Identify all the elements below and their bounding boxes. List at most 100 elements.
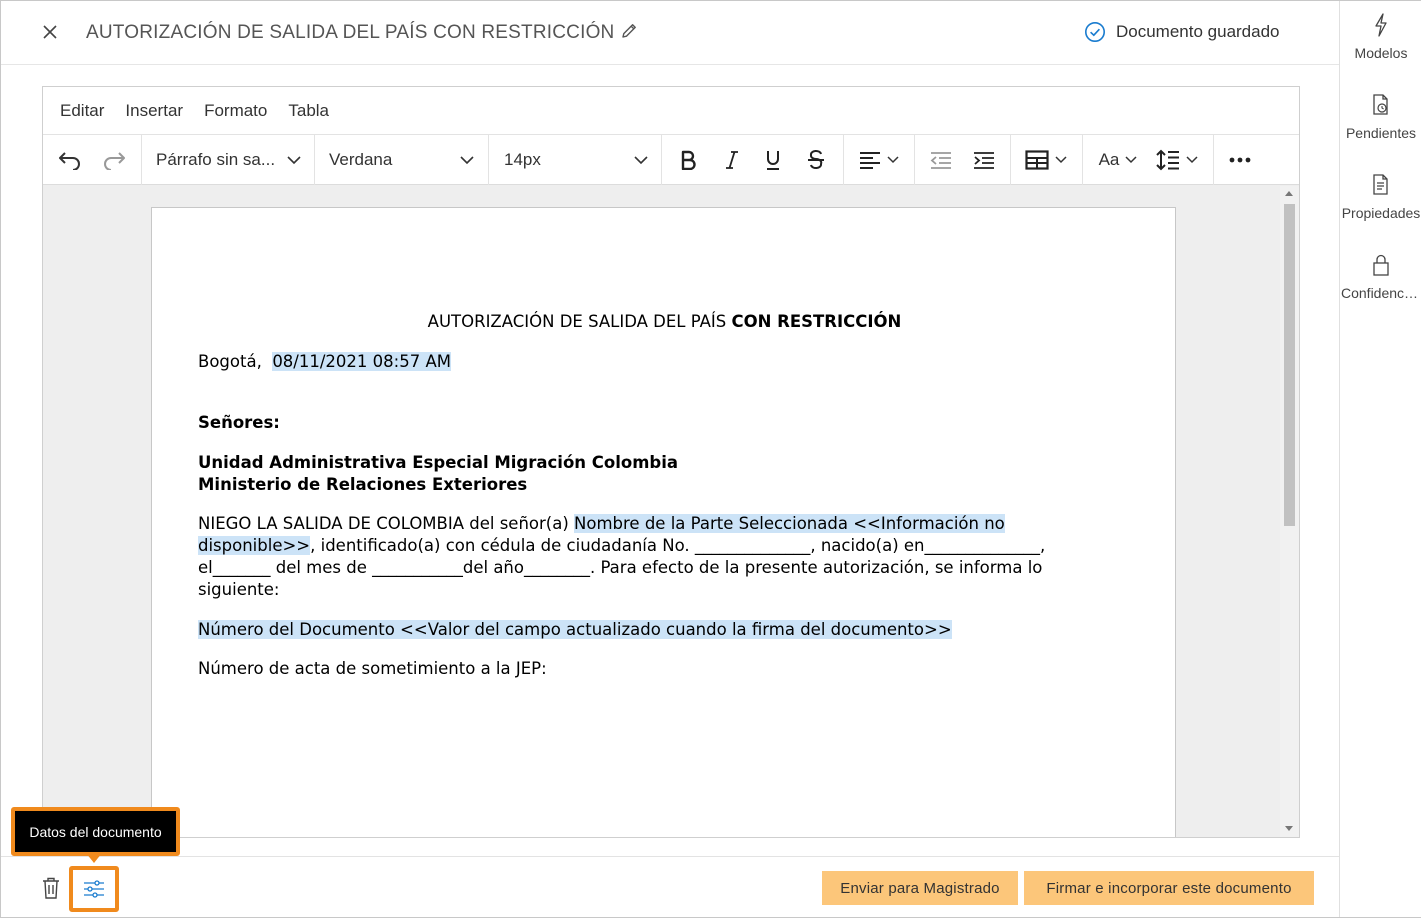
toolbar-separator [843, 135, 844, 185]
toolbar-separator [1010, 135, 1011, 185]
more-options-button[interactable] [1225, 144, 1255, 176]
undo-icon [59, 152, 80, 170]
document-editor-window: AUTORIZACIÓN DE SALIDA DEL PAÍS CON REST… [0, 0, 1421, 918]
panel-item-label: Pendientes [1345, 125, 1417, 141]
sliders-icon [84, 880, 104, 898]
indent-icon [974, 152, 994, 169]
paragraph-style-select[interactable]: Párrafo sin sa... [156, 144, 301, 176]
tooltip-caret [86, 853, 102, 863]
toolbar-separator [914, 135, 915, 185]
indent-button[interactable] [970, 144, 998, 176]
act-number-line: Número de acta de sometimiento a la JEP: [198, 659, 547, 678]
delete-button[interactable] [41, 877, 61, 899]
panel-item-modelos[interactable]: Modelos [1340, 13, 1421, 61]
document-data-tooltip: Datos del documento [11, 807, 180, 856]
check-circle-icon [1085, 22, 1105, 42]
body-paragraph: NIEGO LA SALIDA DE COLOMBIA del señor(a)… [198, 513, 1078, 601]
date-field: 08/11/2021 08:57 AM [272, 352, 451, 371]
align-left-icon [860, 152, 880, 169]
panel-item-propiedades[interactable]: Propiedades [1340, 173, 1421, 221]
text-case-dropdown-button[interactable]: Aa [1095, 144, 1141, 176]
heading-normal: AUTORIZACIÓN DE SALIDA DEL PAÍS [427, 312, 732, 331]
strikethrough-button[interactable] [803, 144, 829, 176]
close-icon [43, 25, 57, 39]
date-line: Bogotá, 08/11/2021 08:57 AM [198, 351, 451, 373]
font-size-select[interactable]: 14px [504, 144, 648, 176]
chevron-down-icon [287, 156, 301, 165]
chevron-down-icon [1055, 156, 1067, 164]
toolbar-separator [1082, 135, 1083, 185]
document-title: AUTORIZACIÓN DE SALIDA DEL PAÍS CON REST… [86, 22, 615, 43]
scroll-thumb[interactable] [1284, 204, 1295, 526]
redo-button[interactable] [99, 144, 129, 176]
menu-insertar[interactable]: Insertar [125, 101, 183, 121]
salutation: Señores: [198, 413, 280, 432]
line-height-icon [1156, 149, 1179, 171]
sign-and-attach-button[interactable]: Firmar e incorporar este documento [1024, 871, 1314, 905]
paragraph-style-value: Párrafo sin sa... [156, 150, 276, 169]
font-size-value: 14px [504, 150, 541, 169]
vertical-scrollbar[interactable] [1280, 186, 1299, 837]
table-dropdown-button[interactable] [1021, 144, 1071, 176]
save-status: Documento guardado [1084, 21, 1280, 43]
header: AUTORIZACIÓN DE SALIDA DEL PAÍS CON REST… [1, 1, 1339, 65]
undo-button[interactable] [55, 144, 85, 176]
panel-item-confidencialidad[interactable]: Confidencialidad [1340, 253, 1421, 301]
outdent-button[interactable] [927, 144, 955, 176]
font-family-value: Verdana [329, 150, 393, 169]
chevron-down-icon [887, 156, 899, 164]
bold-button[interactable] [675, 144, 701, 176]
city-text: Bogotá, [198, 352, 273, 371]
redo-icon [104, 152, 125, 170]
align-dropdown-button[interactable] [855, 144, 903, 176]
panel-item-label: Propiedades [1341, 205, 1421, 221]
document-data-button[interactable] [69, 866, 119, 912]
line-height-dropdown-button[interactable] [1153, 144, 1201, 176]
properties-doc-icon [1373, 174, 1388, 195]
italic-button[interactable] [719, 144, 745, 176]
lightning-icon [1375, 13, 1387, 37]
menu-editar[interactable]: Editar [60, 101, 104, 121]
right-side-panel: Modelos Pendientes Propiedades Confidenc… [1339, 1, 1421, 917]
chevron-down-icon [634, 156, 648, 165]
body-rest: , identificado(a) con cédula de ciudadan… [198, 536, 1046, 599]
document-heading: AUTORIZACIÓN DE SALIDA DEL PAÍS CON REST… [152, 311, 1177, 333]
text-case-label: Aa [1098, 150, 1120, 169]
scroll-down-arrow-icon[interactable] [1285, 826, 1293, 831]
panel-item-label: Modelos [1354, 45, 1408, 61]
underline-icon [767, 151, 779, 170]
toolbar-separator [314, 135, 315, 185]
editor-toolbar: Párrafo sin sa... Verdana 14px Aa [43, 135, 1299, 185]
strikethrough-icon [808, 149, 824, 170]
underline-button[interactable] [760, 144, 786, 176]
panel-item-pendientes[interactable]: Pendientes [1340, 93, 1421, 141]
chevron-down-icon [460, 156, 474, 165]
editor-canvas: AUTORIZACIÓN DE SALIDA DEL PAÍS CON REST… [43, 186, 1279, 837]
recipient-line-1: Unidad Administrativa Especial Migración… [198, 453, 679, 472]
chevron-down-icon [1125, 156, 1137, 164]
font-family-select[interactable]: Verdana [329, 144, 474, 176]
toolbar-separator [661, 135, 662, 185]
document-number-field: Número del Documento <<Valor del campo a… [198, 620, 952, 639]
toolbar-separator [1213, 135, 1214, 185]
footer-bar: Enviar para Magistrado Firmar e incorpor… [1, 856, 1339, 917]
trash-icon [43, 877, 59, 899]
editor-menubar: Editar Insertar Formato Tabla [43, 87, 1299, 135]
menu-formato[interactable]: Formato [204, 101, 267, 121]
toolbar-separator [141, 135, 142, 185]
panel-item-label: Confidencialidad [1341, 285, 1421, 301]
close-button[interactable] [37, 19, 63, 45]
recipient-line-2: Ministerio de Relaciones Exteriores [198, 475, 528, 494]
toolbar-separator [488, 135, 489, 185]
table-icon [1025, 150, 1049, 170]
send-to-magistrate-button[interactable]: Enviar para Magistrado [822, 871, 1018, 905]
edit-title-button[interactable] [619, 21, 641, 43]
save-status-label: Documento guardado [1116, 22, 1280, 41]
pencil-icon [622, 24, 636, 38]
scroll-up-arrow-icon[interactable] [1285, 191, 1293, 196]
pending-doc-icon [1373, 94, 1388, 115]
menu-tabla[interactable]: Tabla [288, 101, 329, 121]
rich-text-editor: Editar Insertar Formato Tabla Párrafo si… [42, 86, 1300, 838]
more-horizontal-icon [1229, 157, 1251, 163]
document-page[interactable]: AUTORIZACIÓN DE SALIDA DEL PAÍS CON REST… [151, 207, 1176, 837]
